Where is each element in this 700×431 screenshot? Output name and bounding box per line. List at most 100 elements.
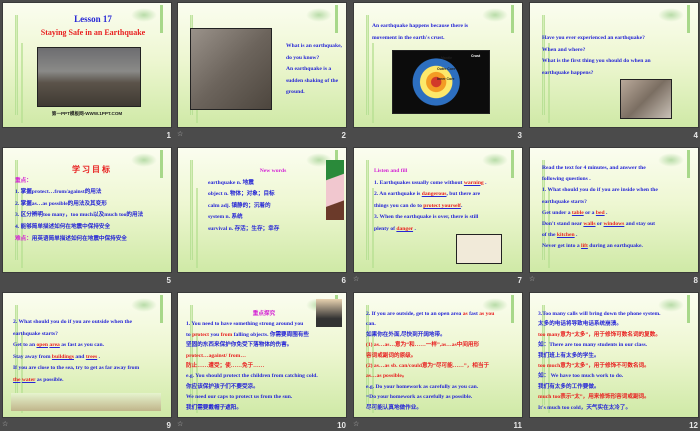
text-segment: If you are close to the sea, try to get … xyxy=(13,365,140,372)
animation-icon[interactable]: ☆ xyxy=(529,275,535,283)
text-segment: 你应该保护孩子们不要受凉。 xyxy=(186,383,259,390)
text-segment: Stay away from xyxy=(13,353,52,360)
slide-thumbnail-11[interactable]: 2. If you are outside, get to an open ar… xyxy=(354,293,522,417)
text-segment: as fast as you can. xyxy=(59,342,104,349)
bamboo-decoration xyxy=(366,160,369,260)
slide-thumbnail-8[interactable]: Read the text for 4 minutes, and answer … xyxy=(530,148,698,272)
slide-thumbnail-7[interactable]: Listen and fill 1. Earthquakes usually co… xyxy=(354,148,522,272)
text-segment: An earthquake happens because there is xyxy=(372,23,469,29)
text-segment: during an earthquake. xyxy=(587,243,643,250)
text-line: 容词或副词的原级。 xyxy=(366,351,518,361)
text-segment: 用英语简单描述如何在地震中保持安全 xyxy=(31,235,127,242)
slide-thumbnail-2[interactable]: What is an earthquake, do you know? An ear… xyxy=(178,3,346,127)
bamboo-decoration xyxy=(335,5,338,33)
text-line: When and where? xyxy=(542,45,694,57)
text-line: Stay away from buildings and trees . xyxy=(13,352,167,364)
text-segment: object n. 物体；对象；目标 xyxy=(208,191,275,198)
slide-number: 1 xyxy=(166,131,171,140)
text-segment: or xyxy=(595,221,604,228)
text-segment: 3.Too many calls will bring down the pho… xyxy=(538,311,661,317)
slide-number: 3 xyxy=(517,131,522,140)
earthquake-ruins-image xyxy=(37,47,141,107)
text-line: protect…against/ from… xyxy=(186,351,342,361)
text-line: 重点探究 xyxy=(186,309,342,319)
text-segment: 坚固的东西来保护你免受下落物体的伤害。 xyxy=(186,342,293,349)
text-segment: 4. 能够简单描述如何在地震中保持安全 xyxy=(15,223,111,230)
text-segment: e.g. You should protect the children fro… xyxy=(186,373,318,380)
text-segment: . xyxy=(413,225,416,232)
slide-thumbnail-9[interactable]: 2. What should you do if you are outside… xyxy=(3,293,171,417)
bamboo-decoration xyxy=(366,15,369,115)
animation-icon[interactable]: ☆ xyxy=(353,420,359,428)
animation-icon[interactable]: ☆ xyxy=(177,130,183,138)
text-line: Listen and fill xyxy=(374,166,518,178)
slide-thumbnail-3[interactable]: Mantle Crust Outer Core Inner Core An earthq… xyxy=(354,3,522,127)
slide-number: 12 xyxy=(689,421,698,430)
text-segment: . xyxy=(97,353,101,360)
text-segment: 如： We have too much work to do. xyxy=(538,373,624,380)
slide-thumbnail-5[interactable]: 学 习 目 标重点： 1. 掌握protect…from/against的用法 2.… xyxy=(3,148,171,272)
text-line: can. xyxy=(366,319,518,329)
bamboo-decoration xyxy=(15,15,18,115)
text-line: (2) as…as sb. can/could意为“尽可能……”，相当于 xyxy=(366,361,518,371)
text-segment: protect…against/ from… xyxy=(186,352,246,359)
slide-thumbnail-4[interactable]: Have you ever experienced an earthquake?… xyxy=(530,3,698,127)
slide-thumbnail-6[interactable]: New words earthquake n. 地震 object n. 物体；对象… xyxy=(178,148,346,272)
text-segment: survival n. 存活；生存；幸存 xyxy=(208,225,280,232)
text-segment: earthquake happens? xyxy=(542,69,594,76)
text-segment: earthquake starts? xyxy=(13,330,58,337)
text-segment: plenty of xyxy=(374,225,397,232)
blank-answer: lift xyxy=(581,243,588,250)
text-segment: =Do your homework as carefully as possib… xyxy=(366,394,473,401)
text-segment: Get under a xyxy=(542,209,572,216)
text-segment: Have you ever experienced an earthquake? xyxy=(542,35,645,41)
text-line: following questions . xyxy=(542,174,694,185)
slide-content: Lesson 17 Staying Safe in an Earthquake xyxy=(25,13,161,39)
blank-answer: windows xyxy=(603,221,625,228)
text-line: earthquake n. 地震 xyxy=(208,178,338,190)
text-segment: What is the first thing you should do wh… xyxy=(542,58,651,65)
text-line: as…as possible。 xyxy=(366,371,518,381)
text-line: system n. 系统 xyxy=(208,212,338,224)
text-line: What is an earthquake, xyxy=(286,41,342,53)
text-line: 学 习 目 标 xyxy=(15,164,167,176)
text-segment: as you xyxy=(479,311,495,317)
bamboo-decoration xyxy=(131,298,157,312)
animation-icon[interactable]: ☆ xyxy=(353,275,359,283)
text-line: 3. 区分辨明too many，too much以及much too的用法 xyxy=(15,210,167,222)
animation-icon[interactable]: ☆ xyxy=(177,420,183,428)
text-line: 重点： xyxy=(15,176,167,188)
text-segment: ground. xyxy=(286,89,305,96)
animation-icon[interactable]: ☆ xyxy=(2,420,8,428)
text-segment: falling objects. 你需要周围有些 xyxy=(232,331,310,338)
text-line: 1. You need to have something strong aro… xyxy=(186,319,342,329)
text-segment: Get to an xyxy=(13,342,37,349)
text-segment: much too表示“太”，用来修饰形容词或副词。 xyxy=(538,394,650,401)
bamboo-decoration xyxy=(306,8,332,22)
text-segment: We need our caps to protect us from the … xyxy=(186,394,293,401)
text-line: Don't stand near walls or windows and st… xyxy=(542,219,694,230)
text-segment: 重点探究 xyxy=(252,311,276,317)
blank-answer: table xyxy=(571,209,584,216)
text-segment: . xyxy=(574,232,578,239)
text-segment: 1. 掌握protect…from/against的用法 xyxy=(15,189,102,196)
slide-thumbnail-1[interactable]: Lesson 17 Staying Safe in an Earthquake 第一… xyxy=(3,3,171,127)
text-line: 3. When the earthquake is over, there is… xyxy=(374,212,518,224)
text-line: earthquake starts? xyxy=(542,197,694,208)
blank-answer: warning xyxy=(463,179,484,186)
text-line: 我们有太多的工作要做。 xyxy=(538,382,694,392)
slide-number: 9 xyxy=(166,421,171,430)
text-line: do you know? xyxy=(286,53,342,65)
blank-answer: open xyxy=(36,342,48,349)
blank-answer: danger xyxy=(396,225,414,232)
slide-content: 2. If you are outside, get to an open ar… xyxy=(366,309,518,413)
slide-content: Have you ever experienced an earthquake?… xyxy=(542,33,694,79)
text-segment: movement in the earth's crust. xyxy=(372,34,445,41)
slide-thumbnail-10[interactable]: 重点探究 1. You need to have something strong… xyxy=(178,293,346,417)
text-segment: calm adj. 镇静的；沉着的 xyxy=(208,202,271,209)
text-segment: What is an earthquake, xyxy=(286,43,342,49)
text-line: 2. What should you do if you are outside… xyxy=(13,317,167,329)
text-segment: too much意为“太多”，用于修饰不可数名词。 xyxy=(538,363,650,370)
text-line: 2. If you are outside, get to an open ar… xyxy=(366,309,518,319)
slide-thumbnail-12[interactable]: 3.Too many calls will bring down the pho… xyxy=(530,293,698,417)
